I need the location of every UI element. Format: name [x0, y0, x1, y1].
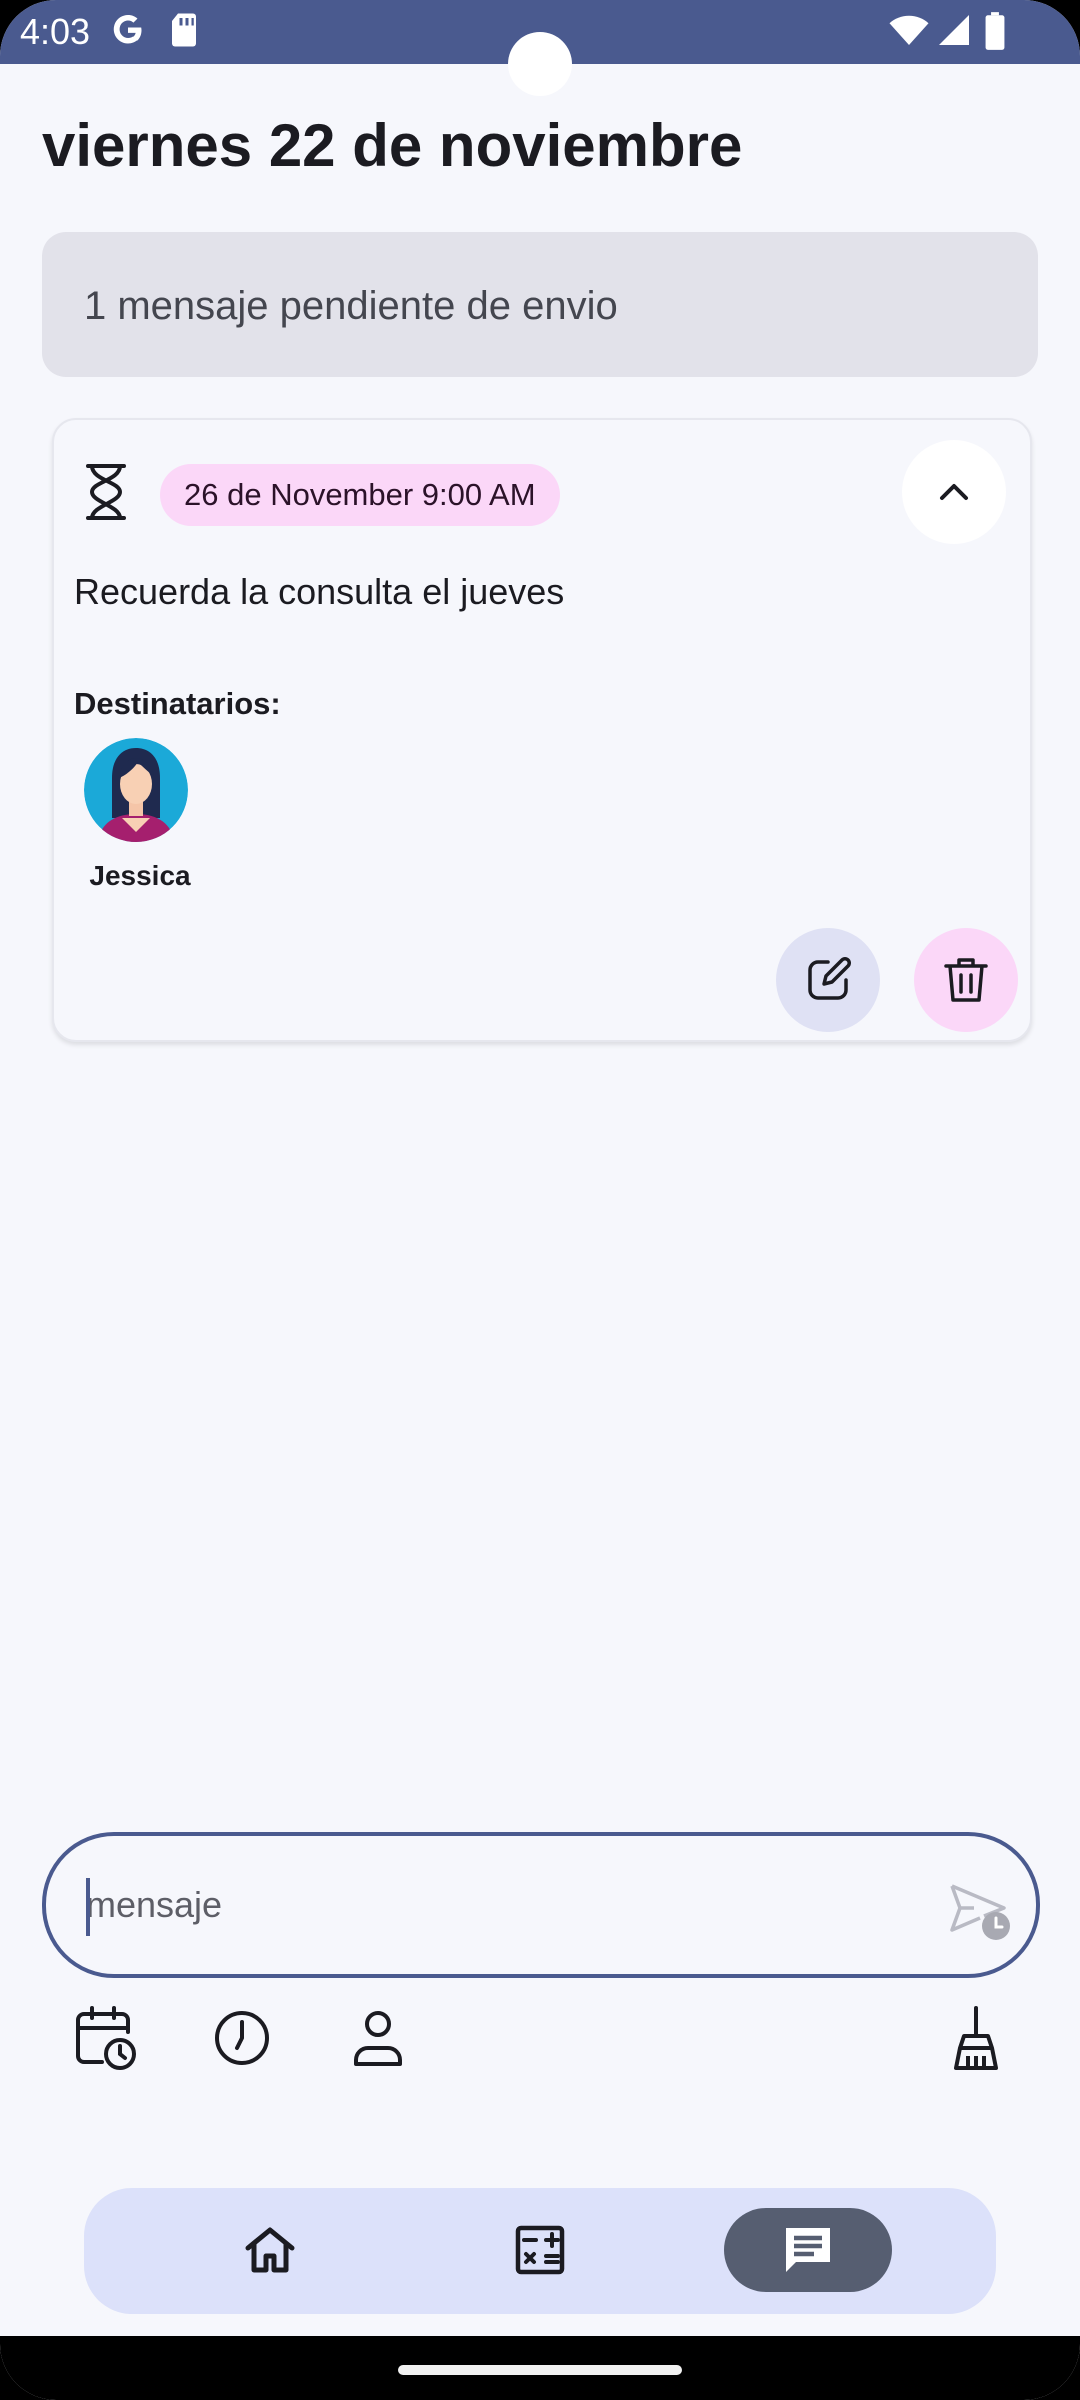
female-avatar-icon [84, 738, 188, 842]
recipient-name: Jessica [89, 860, 191, 891]
camera-cutout [508, 32, 572, 96]
app-screen: 4:03 viernes 22 de noviembre 1 mensaje p… [0, 0, 1080, 2400]
recipient-chip[interactable]: Jessica [70, 738, 210, 908]
calendar-clock-icon[interactable] [72, 2004, 140, 2072]
pending-messages-text: 1 mensaje pendiente de envio [84, 284, 618, 328]
collapse-button[interactable] [902, 440, 1006, 544]
status-bar: 4:03 [0, 0, 1080, 96]
message-icon [786, 2228, 830, 2272]
google-icon [113, 15, 142, 44]
delete-icon [944, 958, 988, 1002]
calculator-icon [515, 2225, 565, 2275]
bottom-navigation [84, 2188, 996, 2314]
pending-messages-banner[interactable]: 1 mensaje pendiente de envio [42, 232, 1038, 377]
text-cursor [86, 1878, 90, 1936]
avatar [84, 738, 188, 842]
status-time: 4:03 [20, 11, 91, 52]
wifi-icon [889, 15, 929, 45]
sd-card-icon [172, 13, 196, 47]
edit-button[interactable] [776, 928, 880, 1032]
recipients-label: Destinatarios: [74, 686, 281, 721]
home-icon [245, 2227, 295, 2273]
message-input[interactable] [86, 1876, 886, 1934]
nav-home[interactable] [186, 2208, 354, 2292]
page-title: viernes 22 de noviembre [42, 112, 743, 179]
person-icon[interactable] [344, 2004, 412, 2072]
schedule-send-icon[interactable] [948, 1878, 1012, 1942]
edit-icon [808, 957, 851, 1000]
clock-icon[interactable] [208, 2004, 276, 2072]
nav-messages[interactable] [724, 2208, 892, 2292]
signal-icon [939, 15, 969, 45]
broom-icon[interactable] [942, 2004, 1010, 2072]
chevron-up-icon [940, 484, 968, 500]
battery-icon [985, 12, 1005, 50]
hourglass-icon [86, 464, 126, 520]
message-input-container[interactable] [42, 1832, 1040, 1978]
scheduled-date-chip: 26 de November 9:00 AM [160, 464, 560, 526]
home-indicator[interactable] [398, 2365, 682, 2375]
delete-button[interactable] [914, 928, 1018, 1032]
message-text: Recuerda la consulta el jueves [74, 571, 565, 612]
nav-calculator[interactable] [456, 2208, 624, 2292]
scheduled-message-card: 26 de November 9:00 AM Recuerda la consu… [52, 418, 1032, 1042]
